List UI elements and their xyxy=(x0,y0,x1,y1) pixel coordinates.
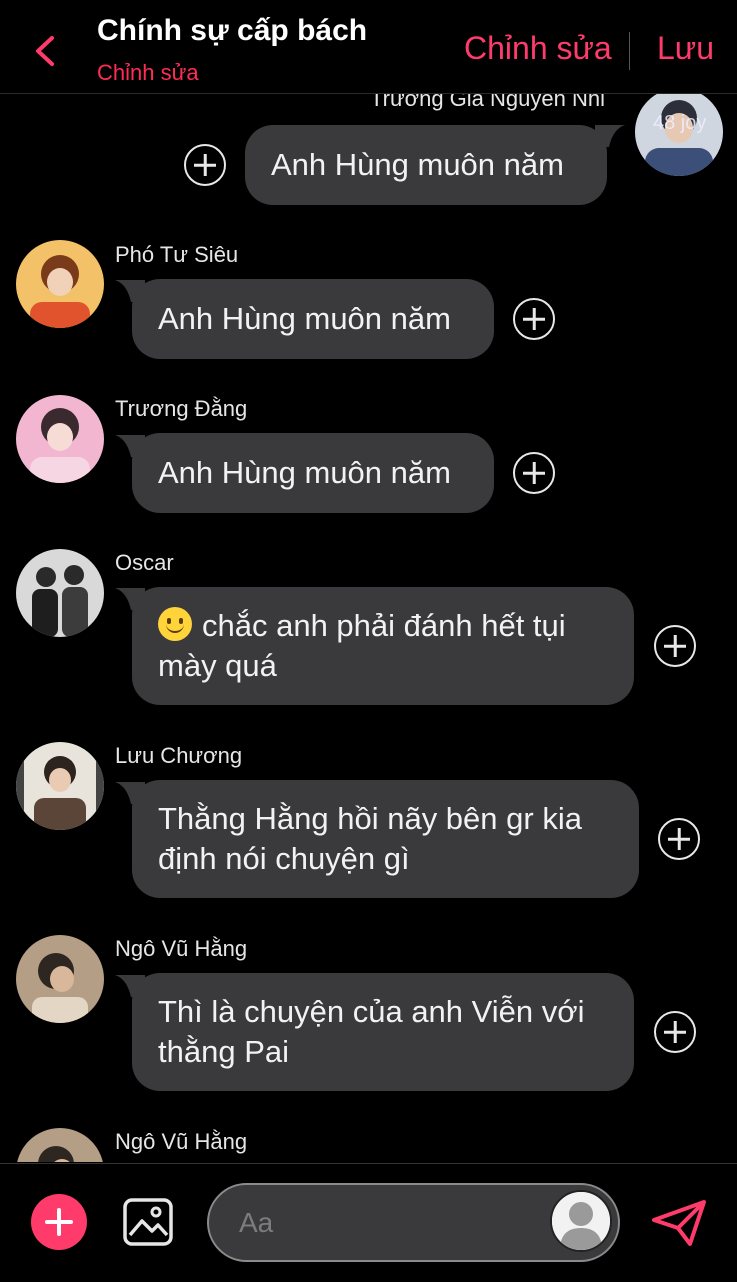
chat-title: Chính sự cấp bách xyxy=(97,14,368,47)
send-icon[interactable] xyxy=(650,1198,708,1248)
react-plus-button[interactable] xyxy=(513,298,555,340)
react-plus-button[interactable] xyxy=(513,452,555,494)
message-bubble[interactable]: Thằng Hằng hồi nãy bên gr kia định nói c… xyxy=(132,780,639,898)
react-plus-button[interactable] xyxy=(658,818,700,860)
chat-header: Chính sự cấp bách Chỉnh sửa Chỉnh sửa Lư… xyxy=(0,0,737,94)
message-text: chắc anh phải đánh hết tụi mày quá xyxy=(158,608,566,683)
avatar[interactable] xyxy=(16,1128,104,1162)
react-plus-button[interactable] xyxy=(654,1011,696,1053)
composer-bar: Aa xyxy=(0,1163,737,1282)
avatar[interactable] xyxy=(16,935,104,1023)
message-bubble[interactable]: chắc anh phải đánh hết tụi mày quá xyxy=(132,587,634,705)
sender-name: Trương Gia Nguyên Nhi xyxy=(370,94,605,111)
sender-name: Oscar xyxy=(115,550,174,575)
message-input[interactable]: Aa xyxy=(207,1183,620,1262)
avatar[interactable] xyxy=(16,395,104,483)
sender-name: Phó Tư Siêu xyxy=(115,242,239,267)
message-bubble[interactable]: Thì là chuyện của anh Viễn với thằng Pai xyxy=(132,973,634,1091)
sender-name: Ngô Vũ Hằng xyxy=(115,936,248,961)
header-divider xyxy=(629,32,630,70)
avatar[interactable]: 48 joy xyxy=(635,94,723,176)
back-chevron-icon[interactable] xyxy=(28,28,68,74)
avatar[interactable] xyxy=(16,742,104,830)
sender-name: Lưu Chương xyxy=(115,743,243,768)
message-feed[interactable]: Trương Gia Nguyên Nhi Anh Hùng muôn năm … xyxy=(0,94,737,1162)
react-plus-button[interactable] xyxy=(184,144,226,186)
message-bubble[interactable]: Anh Hùng muôn năm xyxy=(245,125,607,205)
message-input-placeholder: Aa xyxy=(239,1207,274,1238)
sender-name: Ngô Vũ Hằng xyxy=(115,1129,248,1154)
sender-name: Trương Đằng xyxy=(115,396,248,421)
avatar[interactable] xyxy=(16,240,104,328)
plus-icon[interactable] xyxy=(31,1194,87,1250)
chat-subtitle: Chỉnh sửa xyxy=(97,60,199,85)
sender-avatar[interactable] xyxy=(550,1190,612,1252)
react-plus-button[interactable] xyxy=(654,625,696,667)
slightly-smiling-face-icon xyxy=(158,607,192,641)
save-button[interactable]: Lưu xyxy=(657,30,714,67)
bubble-tail xyxy=(595,125,625,147)
avatar[interactable] xyxy=(16,549,104,637)
image-icon[interactable] xyxy=(122,1197,174,1247)
avatar-watermark: 48 joy xyxy=(653,112,707,134)
message-bubble[interactable]: Anh Hùng muôn năm xyxy=(132,433,494,513)
edit-button[interactable]: Chỉnh sửa xyxy=(464,30,612,67)
message-bubble[interactable]: Anh Hùng muôn năm xyxy=(132,279,494,359)
